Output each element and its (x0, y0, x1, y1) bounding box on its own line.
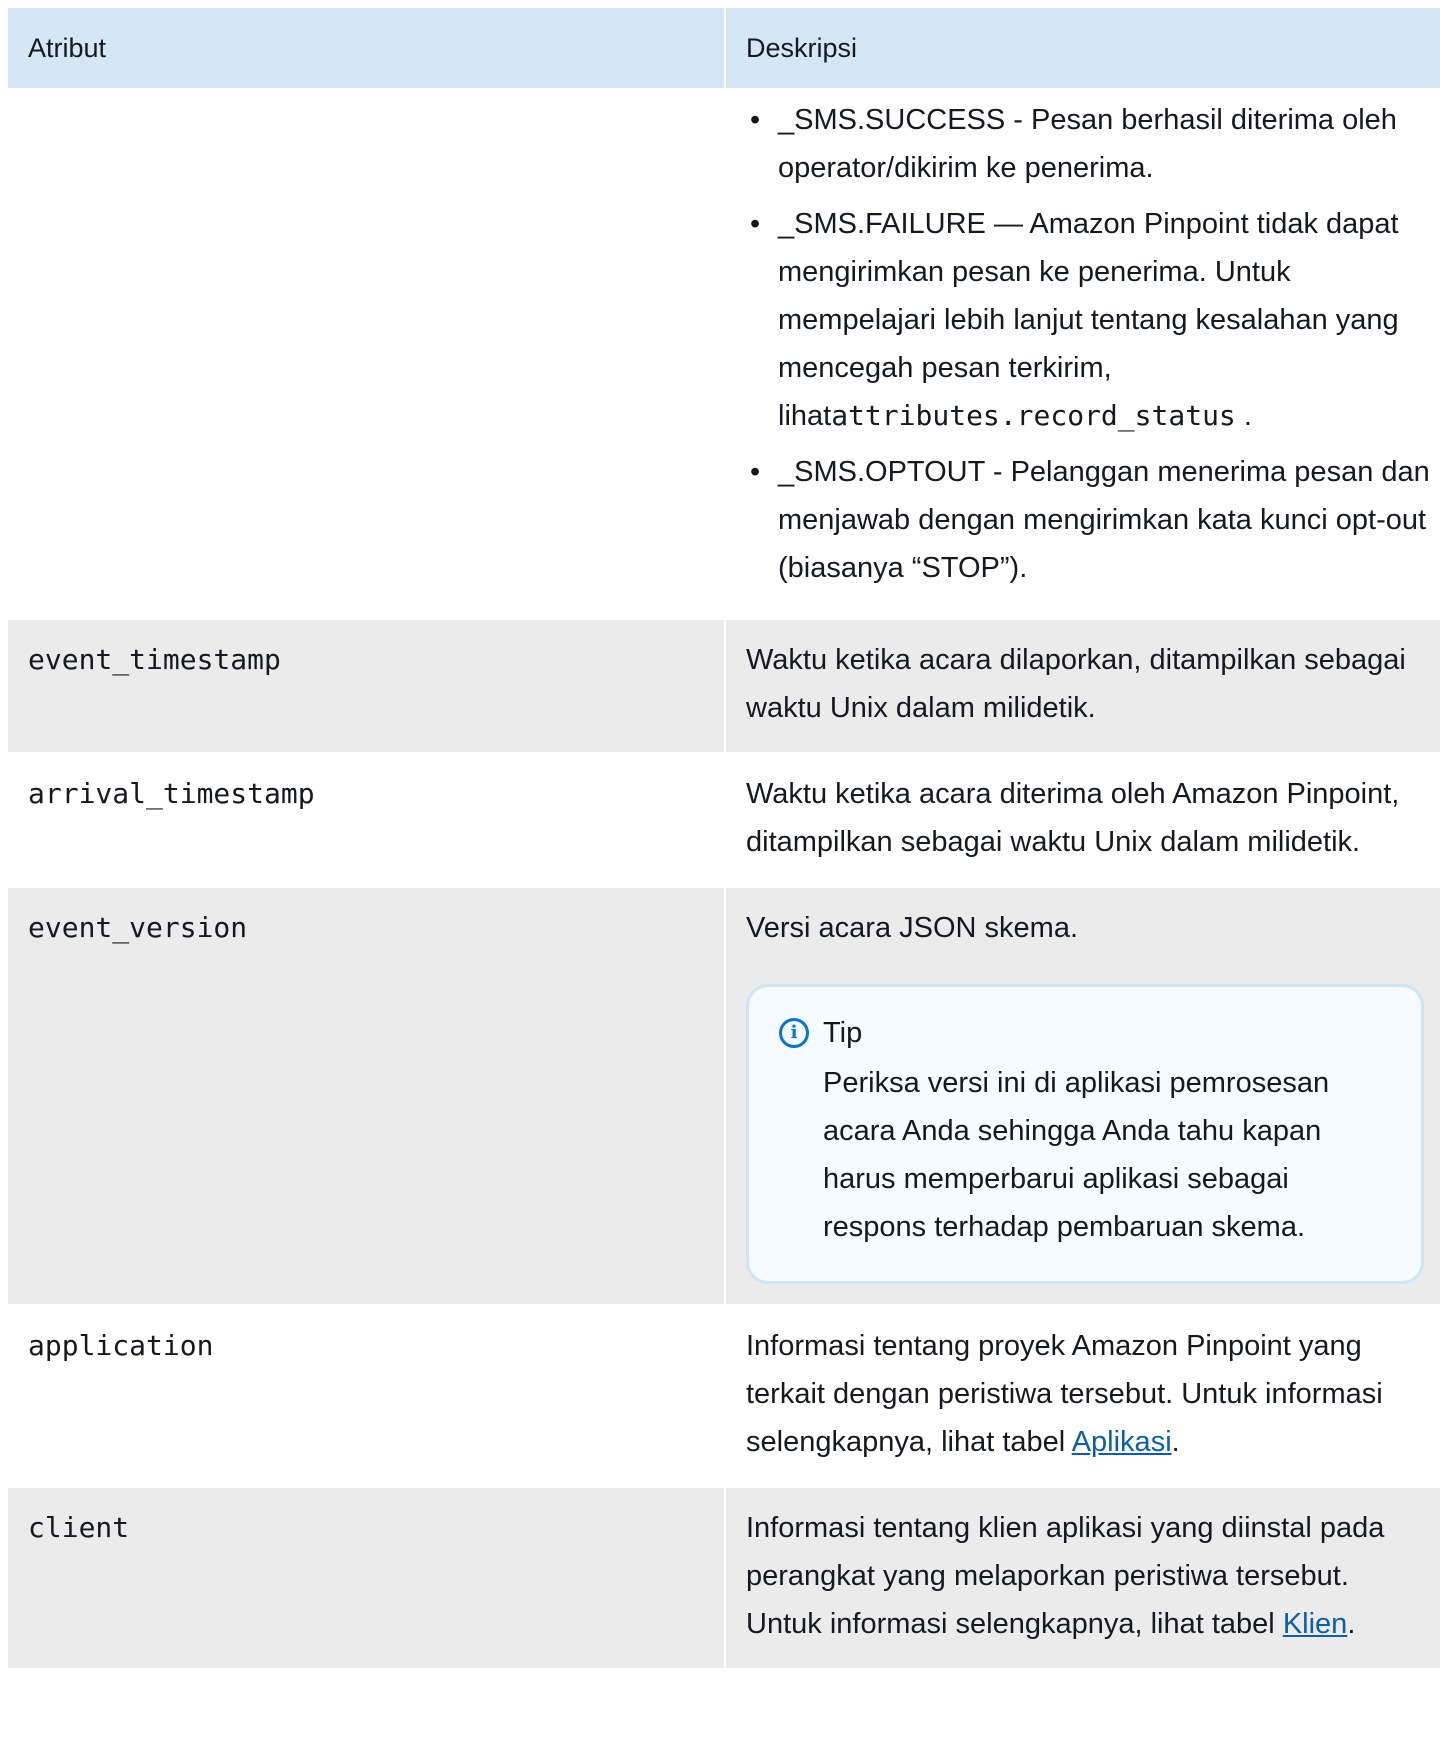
table-body: _SMS.SUCCESS - Pesan berhasil diterima o… (8, 88, 1440, 1668)
description-cell: _SMS.SUCCESS - Pesan berhasil diterima o… (726, 90, 1440, 618)
table-row: event_version Versi acara JSON skema. i … (8, 886, 1440, 1304)
klien-link[interactable]: Klien (1283, 1608, 1348, 1640)
tip-header: i Tip (779, 1013, 1397, 1053)
table-row: event_timestamp Waktu ketika acara dilap… (8, 618, 1440, 752)
header-description: Deskripsi (746, 33, 858, 63)
description-suffix: . (1171, 1426, 1180, 1458)
description-text: Informasi tentang proyek Amazon Pinpoint… (746, 1330, 1383, 1458)
attribute-cell: arrival_timestamp (8, 754, 726, 886)
attributes-table: Atribut Deskripsi _SMS.SUCCESS - Pesan b… (8, 8, 1440, 1668)
list-item: _SMS.FAILURE — Amazon Pinpoint tidak dap… (746, 200, 1430, 440)
event-type-list: _SMS.SUCCESS - Pesan berhasil diterima o… (746, 96, 1430, 592)
table-row: arrival_timestamp Waktu ketika acara dit… (8, 752, 1440, 886)
tip-title: Tip (823, 1017, 863, 1049)
table-header: Atribut Deskripsi (8, 8, 1440, 88)
description-suffix: . (1347, 1608, 1356, 1640)
info-icon: i (779, 1018, 809, 1048)
description-text: Versi acara JSON skema. (746, 912, 1078, 944)
table-row: _SMS.SUCCESS - Pesan berhasil diterima o… (8, 88, 1440, 618)
table-row: client Informasi tentang klien aplikasi … (8, 1486, 1440, 1668)
tip-body: Periksa versi ini di aplikasi pemrosesan… (823, 1067, 1330, 1243)
table-row: application Informasi tentang proyek Ama… (8, 1304, 1440, 1486)
attribute-cell: client (8, 1488, 726, 1668)
tip-callout: i Tip Periksa versi ini di aplikasi pemr… (746, 984, 1424, 1284)
list-item-suffix: . (1235, 400, 1252, 432)
attribute-cell: application (8, 1306, 726, 1486)
list-item: _SMS.OPTOUT - Pelanggan menerima pesan d… (746, 448, 1430, 592)
list-item-text: _SMS.OPTOUT - Pelanggan menerima pesan d… (778, 456, 1430, 584)
attribute-cell: event_timestamp (8, 620, 726, 752)
description-cell: Informasi tentang proyek Amazon Pinpoint… (726, 1306, 1440, 1486)
header-attribute: Atribut (8, 8, 726, 88)
inline-code: attributes.record_status (831, 399, 1236, 432)
aplikasi-link[interactable]: Aplikasi (1072, 1426, 1172, 1458)
list-item: _SMS.SUCCESS - Pesan berhasil diterima o… (746, 96, 1430, 192)
attribute-cell (8, 90, 726, 618)
description-cell: Waktu ketika acara dilaporkan, ditampilk… (746, 644, 1406, 724)
list-item-text: _SMS.SUCCESS - Pesan berhasil diterima o… (778, 104, 1397, 184)
attribute-cell: event_version (8, 888, 726, 1304)
description-cell: Informasi tentang klien aplikasi yang di… (726, 1488, 1440, 1668)
description-cell: Versi acara JSON skema. i Tip Periksa ve… (726, 888, 1440, 1304)
description-cell: Waktu ketika acara diterima oleh Amazon … (746, 778, 1400, 858)
